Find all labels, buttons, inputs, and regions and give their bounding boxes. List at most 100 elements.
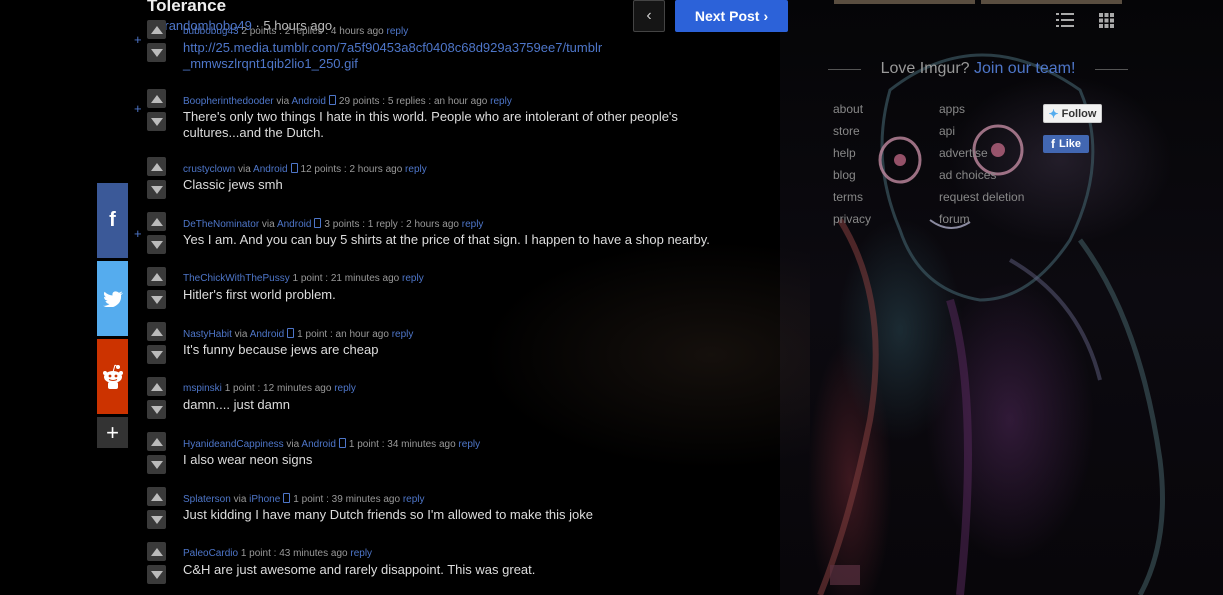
reply-link[interactable]: reply	[490, 96, 512, 107]
post-title: Tolerance	[147, 0, 227, 15]
downvote-button[interactable]	[147, 290, 166, 309]
footer-link-about[interactable]: about	[833, 102, 863, 116]
reply-link[interactable]: reply	[403, 494, 425, 505]
comment-points: 1 point	[297, 329, 328, 340]
comment-author[interactable]: mspinski	[183, 383, 222, 394]
arrow-up-icon	[150, 25, 163, 34]
arrow-down-icon	[150, 48, 163, 57]
comment-author[interactable]: bubbobug43	[183, 26, 239, 37]
upvote-button[interactable]	[147, 432, 166, 451]
reply-link[interactable]: reply	[462, 219, 484, 230]
love-imgur-banner: Love Imgur? Join our team!	[828, 60, 1128, 78]
downvote-button[interactable]	[147, 180, 166, 199]
comment-author[interactable]: Splaterson	[183, 494, 231, 505]
upvote-button[interactable]	[147, 487, 166, 506]
comment-text: Just kidding I have many Dutch friends s…	[183, 507, 594, 522]
upvote-button[interactable]	[147, 542, 166, 561]
join-team-link[interactable]: Join our team!	[974, 60, 1075, 77]
vote-controls	[147, 487, 167, 533]
phone-icon	[328, 95, 336, 105]
arrow-down-icon	[150, 185, 163, 194]
facebook-like-button[interactable]: f Like	[1043, 135, 1089, 153]
vote-controls	[147, 322, 167, 368]
reply-link[interactable]: reply	[387, 26, 409, 37]
reply-link[interactable]: reply	[392, 329, 414, 340]
footer-link-help[interactable]: help	[833, 146, 856, 160]
upvote-button[interactable]	[147, 20, 166, 39]
footer-link-apps[interactable]: apps	[939, 102, 965, 116]
comment-meta: Splaterson via iPhone 1 point : 39 minute…	[183, 493, 425, 505]
grid-view-icon[interactable]	[1099, 13, 1114, 28]
expand-replies-button[interactable]: +	[134, 226, 142, 241]
downvote-button[interactable]	[147, 112, 166, 131]
comment-text: There's only two things I hate in this w…	[183, 109, 678, 140]
arrow-up-icon	[150, 162, 163, 171]
twitter-share-button[interactable]	[97, 261, 128, 336]
footer-link-ad-choices[interactable]: ad choices	[939, 168, 996, 182]
comment-replies: : 1 reply	[359, 219, 398, 230]
expand-replies-button[interactable]: +	[134, 101, 142, 116]
downvote-button[interactable]	[147, 455, 166, 474]
comment-age: : 2 hours ago	[397, 219, 459, 230]
upvote-button[interactable]	[147, 89, 166, 108]
footer-link-terms[interactable]: terms	[833, 190, 863, 204]
comment-platform[interactable]: Android	[250, 329, 284, 340]
comment-age: : an hour ago	[327, 329, 389, 340]
downvote-button[interactable]	[147, 565, 166, 584]
comment-author[interactable]: DeTheNominator	[183, 219, 259, 230]
related-post-thumbnail[interactable]	[981, 0, 1122, 4]
comment-link[interactable]: http://25.media.tumblr.com/7a5f90453a8cf…	[183, 40, 602, 71]
arrow-up-icon	[150, 382, 163, 391]
facebook-share-button[interactable]: f	[97, 183, 128, 258]
reply-link[interactable]: reply	[405, 164, 427, 175]
more-share-button[interactable]: +	[97, 417, 128, 448]
footer-link-forum[interactable]: forum	[939, 212, 970, 226]
comment-text: C&H are just awesome and rarely disappoi…	[183, 562, 536, 577]
downvote-button[interactable]	[147, 235, 166, 254]
footer-link-privacy[interactable]: privacy	[833, 212, 871, 226]
reply-link[interactable]: reply	[334, 383, 356, 394]
reply-link[interactable]: reply	[350, 548, 372, 559]
footer-link-request-deletion[interactable]: request deletion	[939, 190, 1024, 204]
downvote-button[interactable]	[147, 43, 166, 62]
comment-author[interactable]: crustyclown	[183, 164, 235, 175]
comment-author[interactable]: NastyHabit	[183, 329, 232, 340]
phone-icon	[287, 328, 295, 338]
facebook-like-label: Like	[1058, 138, 1081, 150]
footer-link-store[interactable]: store	[833, 124, 860, 138]
upvote-button[interactable]	[147, 212, 166, 231]
comment-meta: mspinski 1 point : 12 minutes ago reply	[183, 383, 356, 394]
comment-author[interactable]: HyanideandCappiness	[183, 439, 284, 450]
expand-replies-button[interactable]: +	[134, 32, 142, 47]
reply-link[interactable]: reply	[402, 273, 424, 284]
comment-platform[interactable]: iPhone	[249, 494, 280, 505]
comment-platform[interactable]: Android	[253, 164, 287, 175]
list-view-icon[interactable]	[1056, 12, 1074, 28]
comment-author[interactable]: Boopherinthedooder	[183, 96, 274, 107]
upvote-button[interactable]	[147, 157, 166, 176]
downvote-button[interactable]	[147, 345, 166, 364]
footer-link-advertise[interactable]: advertise	[939, 146, 988, 160]
arrow-up-icon	[150, 272, 163, 281]
comment-age: : 43 minutes ago	[270, 548, 348, 559]
related-post-thumbnail[interactable]	[834, 0, 975, 4]
comment-points: 29 points	[338, 96, 380, 107]
comment-platform[interactable]: Android	[277, 219, 311, 230]
twitter-follow-button[interactable]: ✦ Follow	[1043, 104, 1102, 123]
upvote-button[interactable]	[147, 267, 166, 286]
upvote-button[interactable]	[147, 322, 166, 341]
reply-link[interactable]: reply	[458, 439, 480, 450]
arrow-up-icon	[150, 94, 163, 103]
twitter-follow-label: Follow	[1061, 107, 1097, 120]
comment-author[interactable]: PaleoCardio	[183, 548, 238, 559]
footer-link-api[interactable]: api	[939, 124, 955, 138]
comment-platform[interactable]: Android	[301, 439, 335, 450]
footer-link-blog[interactable]: blog	[833, 168, 856, 182]
upvote-button[interactable]	[147, 377, 166, 396]
comment-author[interactable]: TheChickWithThePussy	[183, 273, 290, 284]
comment-item: Splaterson via iPhone 1 point : 39 minute…	[147, 487, 787, 537]
comment-platform[interactable]: Android	[291, 96, 325, 107]
downvote-button[interactable]	[147, 400, 166, 419]
reddit-share-button[interactable]	[97, 339, 128, 414]
downvote-button[interactable]	[147, 510, 166, 529]
